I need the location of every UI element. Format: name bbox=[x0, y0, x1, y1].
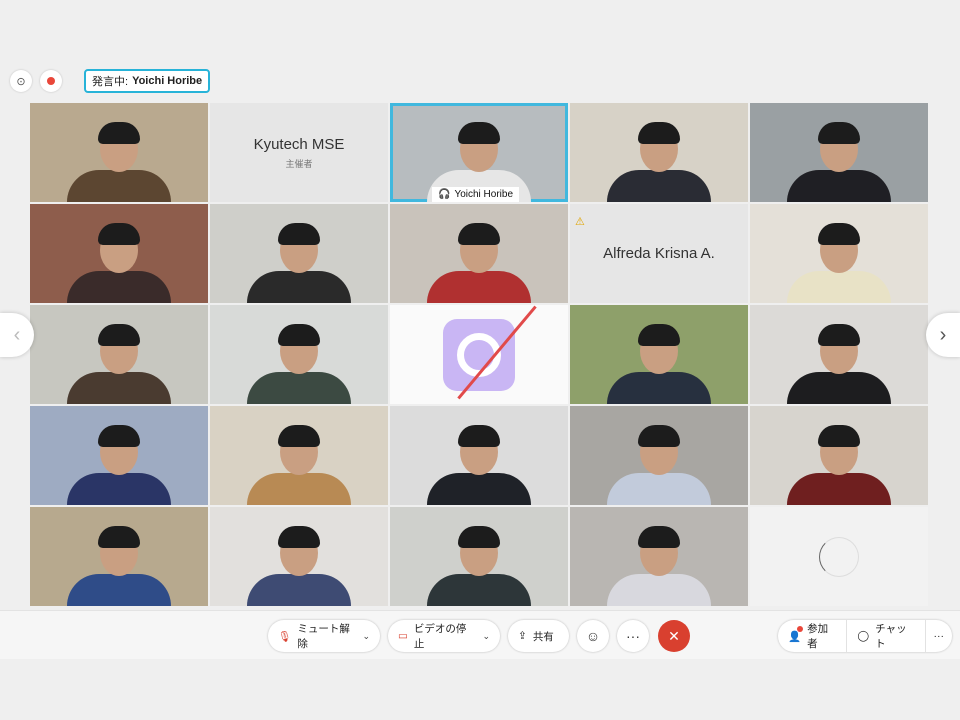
end-call-button[interactable]: ✕ bbox=[658, 620, 690, 652]
participant-silhouette bbox=[64, 122, 174, 202]
chevron-left-icon: ‹ bbox=[13, 323, 21, 346]
share-icon: ⇪ bbox=[518, 630, 527, 642]
participant-silhouette bbox=[604, 324, 714, 404]
active-speaker-indicator: 発言中: Yoichi Horibe bbox=[84, 69, 211, 93]
participant-video-tile[interactable] bbox=[210, 305, 388, 404]
participant-silhouette bbox=[424, 526, 534, 606]
share-button[interactable]: ⇪ 共有 bbox=[508, 620, 569, 652]
participant-silhouette bbox=[604, 122, 714, 202]
info-icon[interactable]: ⊙ bbox=[10, 70, 32, 92]
participant-video-tile[interactable] bbox=[210, 406, 388, 505]
chat-icon: ◯ bbox=[857, 630, 870, 642]
participant-silhouette bbox=[64, 526, 174, 606]
participant-video-tile[interactable]: 🎧 Yoichi Horibe bbox=[390, 103, 568, 202]
participant-silhouette bbox=[424, 223, 534, 303]
participant-silhouette bbox=[604, 526, 714, 606]
video-grid: Kyutech MSE 主催者 🎧 Yoichi Horibe ⚠ Alfreda Kri… bbox=[30, 103, 930, 608]
participant-name-tile[interactable]: Kyutech MSE 主催者 bbox=[210, 103, 388, 202]
participant-silhouette bbox=[64, 324, 174, 404]
participant-silhouette bbox=[64, 223, 174, 303]
participant-video-tile[interactable] bbox=[210, 507, 388, 606]
camera-off-tile[interactable] bbox=[390, 305, 568, 404]
host-label: 主催者 bbox=[285, 158, 313, 169]
chevron-right-icon: › bbox=[939, 323, 947, 346]
ellipsis-icon: ··· bbox=[626, 628, 640, 644]
mic-muted-icon: 🎙 bbox=[278, 630, 292, 643]
unmute-label: ミュート解除 bbox=[297, 623, 350, 650]
speaker-name: Yoichi Horibe bbox=[132, 75, 203, 87]
participant-video-tile[interactable] bbox=[570, 305, 748, 404]
participant-silhouette bbox=[784, 324, 894, 404]
stop-video-button[interactable]: ▭ ビデオの停止 ⌄ bbox=[388, 620, 500, 652]
headphones-icon: 🎧 bbox=[438, 189, 451, 200]
participant-video-tile[interactable] bbox=[750, 305, 928, 404]
participant-name: Kyutech MSE bbox=[253, 135, 345, 153]
smiley-icon: ☺ bbox=[585, 628, 601, 644]
speaker-name-chip: 🎧 Yoichi Horibe bbox=[432, 187, 520, 202]
next-page-button[interactable]: › bbox=[926, 313, 960, 357]
meeting-toolbar: 🎙 ミュート解除 ⌄ ▭ ビデオの停止 ⌄ ⇪ 共有 ☺ ··· ✕ 👤 参加者… bbox=[0, 610, 960, 659]
participant-video-tile[interactable] bbox=[30, 305, 208, 404]
participant-video-tile[interactable] bbox=[570, 507, 748, 606]
chat-button[interactable]: ◯ チャット bbox=[847, 620, 926, 652]
participant-silhouette bbox=[604, 425, 714, 505]
participant-video-tile[interactable] bbox=[750, 204, 928, 303]
notification-badge bbox=[797, 626, 803, 632]
more-options-button[interactable]: ··· bbox=[617, 620, 649, 652]
participant-silhouette bbox=[784, 425, 894, 505]
participant-silhouette bbox=[244, 425, 354, 505]
top-bar: ⊙ 発言中: Yoichi Horibe bbox=[10, 69, 211, 93]
participant-name: Yoichi Horibe bbox=[454, 189, 514, 200]
video-camera-icon: ▭ bbox=[398, 630, 408, 642]
participant-video-tile[interactable] bbox=[390, 204, 568, 303]
chat-label: チャット bbox=[875, 623, 907, 650]
participant-silhouette bbox=[244, 324, 354, 404]
loading-tile[interactable] bbox=[750, 507, 928, 606]
stop-video-label: ビデオの停止 bbox=[413, 623, 467, 650]
participant-video-tile[interactable] bbox=[750, 406, 928, 505]
more-panels-button[interactable]: ··· bbox=[926, 620, 953, 652]
participant-video-tile[interactable] bbox=[30, 406, 208, 505]
participant-video-tile[interactable] bbox=[30, 507, 208, 606]
participant-video-tile[interactable] bbox=[210, 204, 388, 303]
recording-icon[interactable] bbox=[40, 70, 62, 92]
participant-video-tile[interactable] bbox=[570, 406, 748, 505]
participant-silhouette bbox=[64, 425, 174, 505]
camera-off-icon bbox=[443, 305, 537, 399]
participant-name: Alfreda Krisna A. bbox=[603, 245, 715, 262]
participant-silhouette bbox=[244, 526, 354, 606]
loading-spinner-icon bbox=[819, 536, 859, 577]
participant-video-tile[interactable] bbox=[750, 103, 928, 202]
chevron-down-icon[interactable]: ⌄ bbox=[362, 631, 370, 642]
participant-name-tile[interactable]: ⚠ Alfreda Krisna A. bbox=[570, 204, 748, 303]
participant-silhouette bbox=[244, 223, 354, 303]
participants-button[interactable]: 👤 参加者 bbox=[778, 620, 848, 652]
participant-silhouette bbox=[784, 223, 894, 303]
chevron-down-icon[interactable]: ⌄ bbox=[482, 631, 490, 642]
ellipsis-icon: ··· bbox=[933, 630, 945, 642]
participant-video-tile[interactable] bbox=[30, 103, 208, 202]
share-label: 共有 bbox=[532, 630, 554, 643]
participant-video-tile[interactable] bbox=[390, 507, 568, 606]
close-icon: ✕ bbox=[668, 627, 680, 644]
participant-silhouette bbox=[784, 122, 894, 202]
previous-page-button[interactable]: ‹ bbox=[0, 313, 34, 357]
reactions-button[interactable]: ☺ bbox=[577, 620, 609, 652]
panel-buttons: 👤 参加者 ◯ チャット ··· bbox=[778, 620, 952, 652]
participant-silhouette bbox=[424, 425, 534, 505]
participants-label: 参加者 bbox=[807, 623, 829, 650]
unmute-button[interactable]: 🎙 ミュート解除 ⌄ bbox=[268, 620, 380, 652]
speaking-label: 発言中: bbox=[92, 76, 129, 88]
participant-video-tile[interactable] bbox=[390, 406, 568, 505]
warning-icon: ⚠ bbox=[575, 216, 585, 228]
participant-video-tile[interactable] bbox=[30, 204, 208, 303]
participant-video-tile[interactable] bbox=[570, 103, 748, 202]
